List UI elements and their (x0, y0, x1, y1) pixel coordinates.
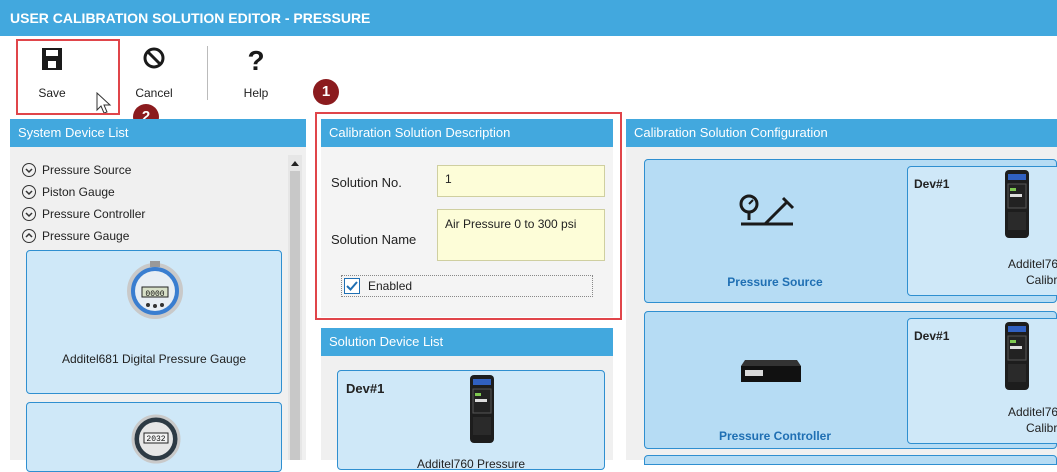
config-row-partial (644, 455, 1057, 465)
pressure-controller-icon (741, 360, 801, 382)
callout-badge-1: 1 (313, 79, 339, 105)
chevron-down-icon (22, 184, 36, 199)
config-type-label: Pressure Controller (718, 429, 832, 443)
tree-item-label: Piston Gauge (42, 185, 115, 199)
digital-pressure-gauge-icon: 2032 (131, 414, 181, 464)
tree-item-pressure-controller[interactable]: Pressure Controller (22, 203, 145, 225)
solution-device-card[interactable]: Dev#1 Additel760 Pressure (337, 370, 605, 471)
tree-item-pressure-source[interactable]: Pressure Source (22, 159, 131, 181)
cancel-icon (143, 47, 165, 69)
device-card-label: Additel681 Digital Pressure Gauge (61, 352, 247, 366)
config-device-slot[interactable]: Dev#1 Additel760 Pre Calibrator (907, 166, 1057, 296)
scroll-up-arrow-icon[interactable] (290, 159, 300, 167)
device-card-label: Additel760 Pressure (416, 457, 526, 471)
device-card-gauge-2[interactable]: 2032 (26, 402, 282, 472)
description-highlight-box (315, 112, 622, 320)
pressure-calibrator-icon (1005, 322, 1029, 390)
help-label: Help (243, 86, 269, 100)
tree-item-piston-gauge[interactable]: Piston Gauge (22, 181, 115, 203)
solution-device-list-header: Solution Device List (321, 328, 613, 356)
chevron-down-icon (22, 162, 36, 177)
config-device-label-line2: Calibrator (1026, 273, 1057, 287)
pressure-calibrator-icon (470, 375, 494, 443)
device-number: Dev#1 (346, 381, 385, 396)
pressure-calibrator-icon (1005, 170, 1029, 238)
help-button[interactable]: ? Help (226, 44, 286, 100)
configuration-panel: Pressure Source Dev#1 Additel760 Pre Cal… (626, 147, 1057, 465)
tree-item-pressure-gauge[interactable]: Pressure Gauge (22, 225, 129, 247)
config-type-label: Pressure Source (727, 275, 823, 289)
chevron-down-icon (22, 206, 36, 221)
help-icon: ? (247, 46, 264, 74)
scrollbar[interactable] (288, 155, 302, 460)
config-row-pressure-source[interactable]: Pressure Source Dev#1 Additel760 Pre Cal… (644, 159, 1057, 303)
cancel-button[interactable]: Cancel (124, 44, 184, 100)
config-device-label-line1: Additel760 Pre (1008, 405, 1057, 419)
scroll-thumb[interactable] (290, 171, 300, 460)
pressure-source-icon (739, 194, 795, 226)
cancel-label: Cancel (135, 86, 173, 100)
system-device-list-panel: Pressure Source Piston Gauge Pressure Co… (10, 147, 306, 472)
config-device-slot[interactable]: Dev#1 Additel760 Pre Calibrator (907, 318, 1057, 444)
tree-item-label: Pressure Gauge (42, 229, 130, 243)
window-title: USER CALIBRATION SOLUTION EDITOR - PRESS… (0, 0, 1057, 36)
system-device-list-header: System Device List (10, 119, 306, 147)
configuration-header: Calibration Solution Configuration (626, 119, 1057, 147)
svg-text:0000: 0000 (145, 290, 164, 299)
digital-pressure-gauge-icon: 0000 (127, 261, 183, 319)
config-device-label-line2: Calibrator (1026, 421, 1057, 435)
toolbar-divider (207, 46, 208, 100)
tree-item-label: Pressure Controller (42, 207, 146, 221)
toolbar: Save Cancel ? Help (0, 36, 1057, 114)
solution-device-list-panel: Dev#1 Additel760 Pressure (321, 356, 613, 471)
tree-item-label: Pressure Source (42, 163, 132, 177)
config-row-pressure-controller[interactable]: Pressure Controller Dev#1 Additel760 Pre… (644, 311, 1057, 449)
config-device-label-line1: Additel760 Pre (1008, 257, 1057, 271)
device-card-additel681[interactable]: 0000 Additel681 Digital Pressure Gauge (26, 250, 282, 394)
svg-text:2032: 2032 (146, 435, 165, 444)
chevron-up-icon (22, 228, 36, 243)
device-number: Dev#1 (914, 177, 950, 191)
save-highlight-box (16, 39, 120, 115)
device-number: Dev#1 (914, 329, 950, 343)
svg-text:?: ? (247, 46, 264, 74)
